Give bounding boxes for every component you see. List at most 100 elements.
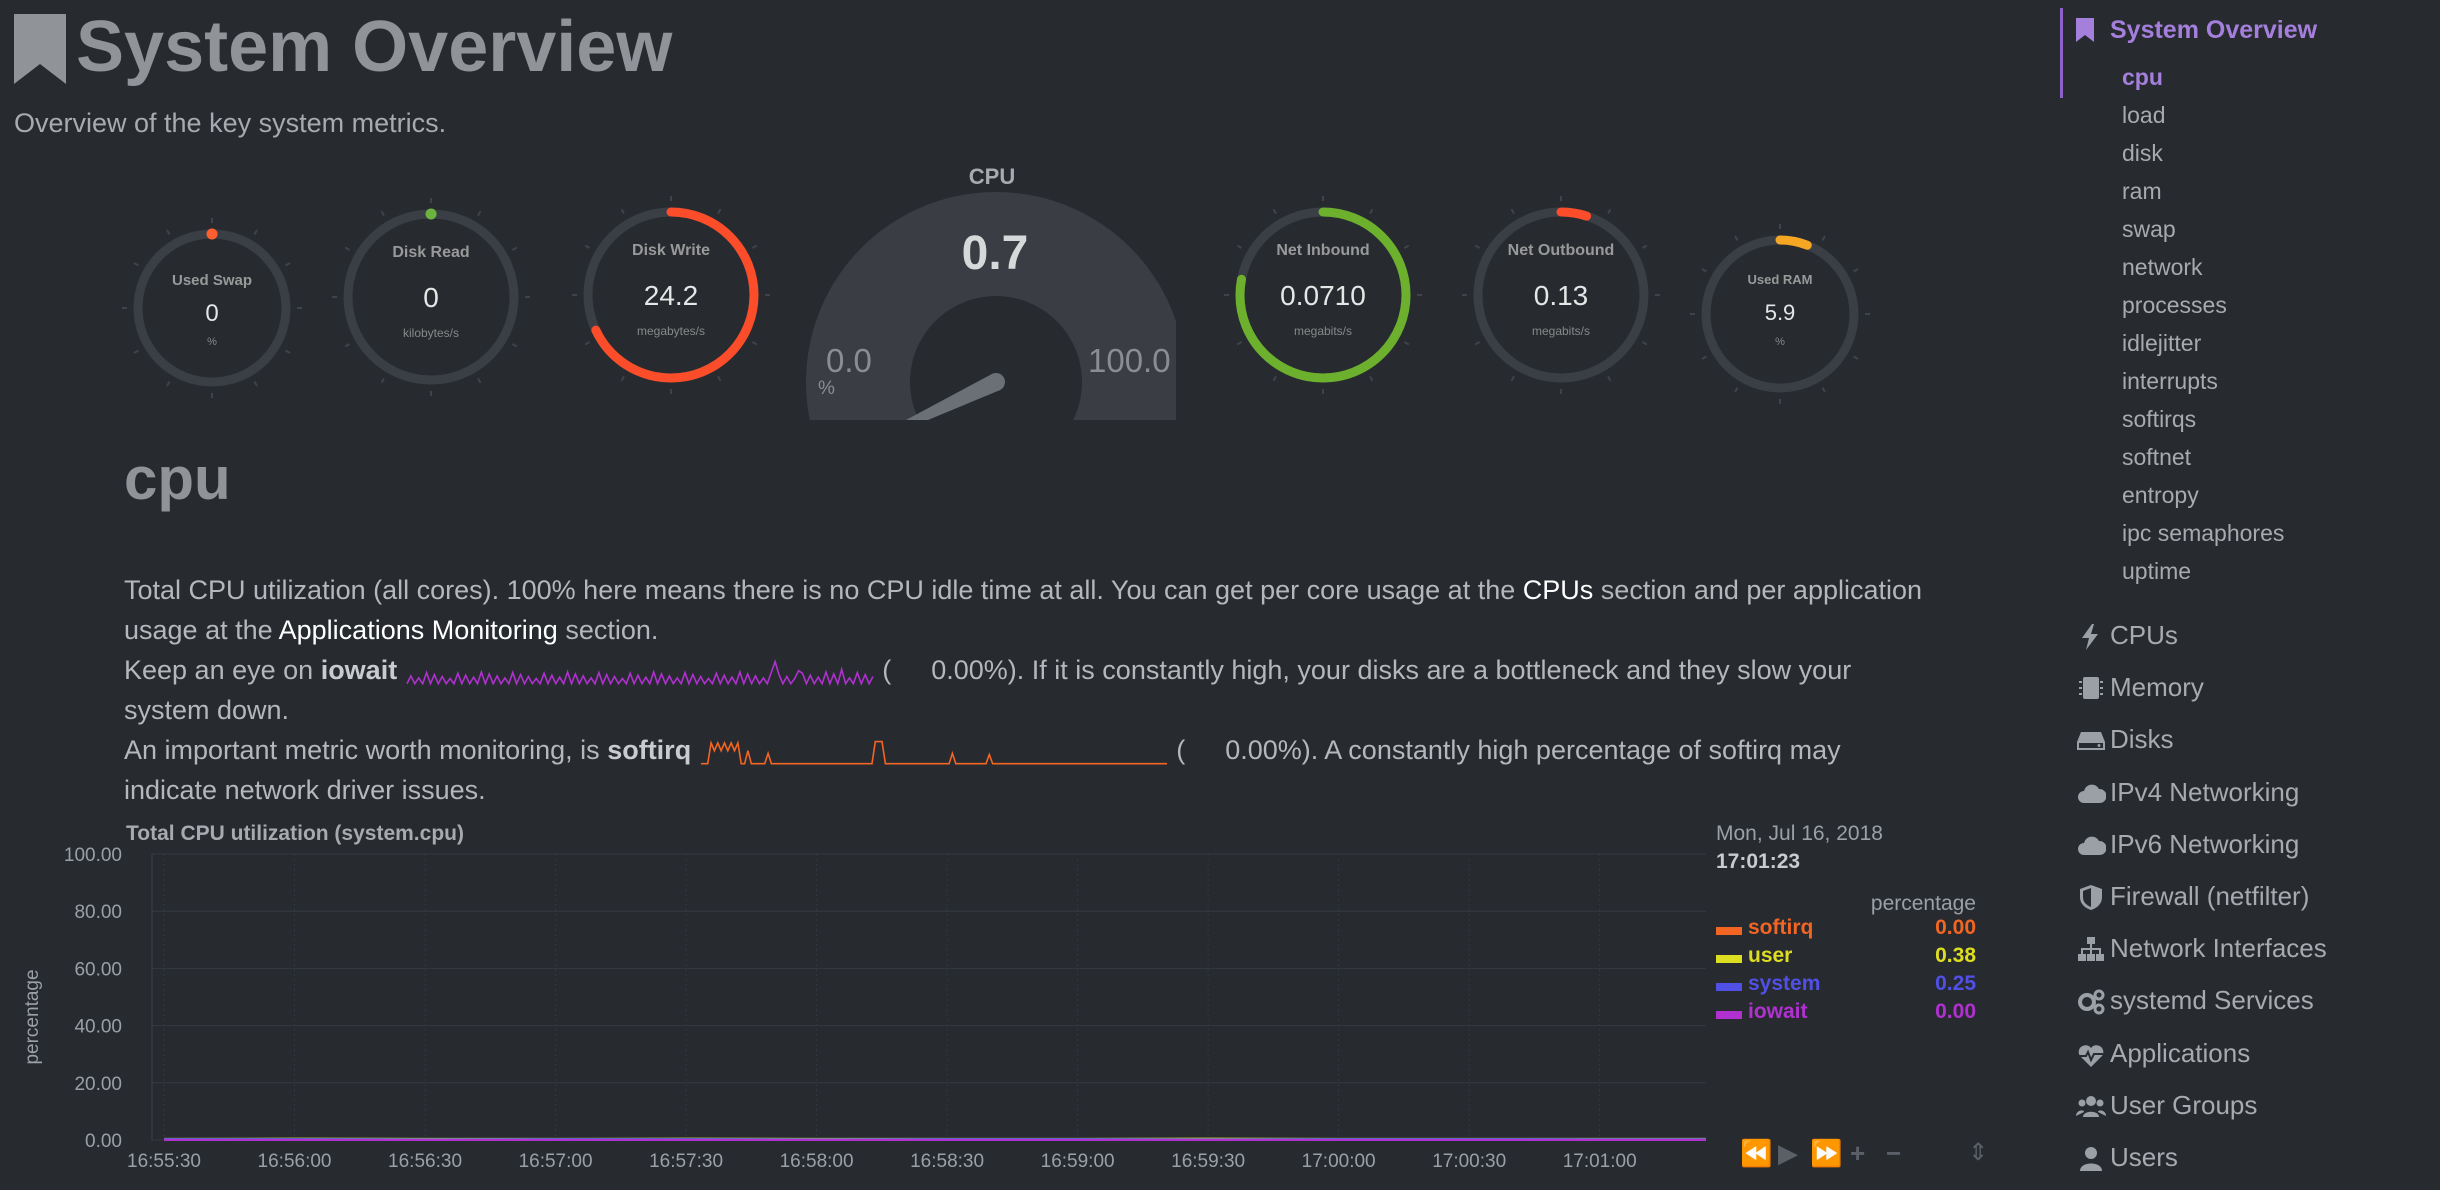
sidebar-subitem-softnet[interactable]: softnet: [2122, 444, 2191, 471]
gauge-tick: [285, 262, 291, 267]
legend-series-value: 0.38: [1935, 944, 1976, 967]
active-indicator: [2060, 8, 2063, 98]
legend-row[interactable]: iowait 0.00: [1716, 1000, 1976, 1028]
cpu-gauge-title: CPU: [968, 164, 1016, 189]
x-tick-label: 17:00:30: [1432, 1151, 1506, 1172]
gauge-tick: [1369, 208, 1374, 215]
bolt-icon: [2082, 624, 2098, 650]
gauge-tick: [380, 377, 385, 384]
gauge-tick: [1607, 208, 1612, 215]
sidebar-subitem-softirqs[interactable]: softirqs: [2122, 406, 2196, 433]
sidebar-subitem-disk[interactable]: disk: [2122, 140, 2163, 167]
sidebar-item-label: IPv6 Networking: [2110, 828, 2300, 859]
sidebar-subitem-interrupts[interactable]: interrupts: [2122, 368, 2218, 395]
legend-row[interactable]: softirq 0.00: [1716, 916, 1976, 944]
cpu-chart[interactable]: 100.00 80.00 60.00 40.00 20.00 0.0016:55:30 16…: [0, 840, 1720, 1180]
x-tick-label: 16:55:30: [127, 1151, 201, 1172]
sidebar-subitem-swap[interactable]: swap: [2122, 216, 2176, 243]
sidebar-subitem-ram[interactable]: ram: [2122, 178, 2162, 205]
legend-row[interactable]: user 0.38: [1716, 944, 1976, 972]
page-title: System Overview: [76, 7, 673, 87]
rewind-button[interactable]: ⏪: [1740, 1138, 1772, 1168]
gauge-tick: [253, 229, 258, 235]
gauge-value: 0.0710: [1280, 280, 1366, 311]
net-outbound-gauge[interactable]: Net Outbound 0.13 megabits/s: [1462, 196, 1660, 394]
gauge-unit: kilobytes/s: [402, 326, 460, 340]
x-tick-label: 16:59:00: [1041, 1151, 1115, 1172]
gauge-unit: %: [1775, 336, 1785, 348]
gauge-tick: [511, 343, 518, 348]
net-inbound-gauge[interactable]: Net Inbound 0.0710 megabits/s: [1224, 196, 1422, 394]
gauge-tick: [717, 208, 722, 215]
gauge-title: Used RAM: [1747, 272, 1813, 287]
fast-forward-button[interactable]: ⏩: [1810, 1138, 1842, 1168]
gauge-unit: megabits/s: [1293, 324, 1353, 338]
sidebar-item-label: Users: [2110, 1142, 2178, 1172]
legend-date: Mon, Jul 16, 2018: [1716, 822, 1883, 845]
gauge-tick: [717, 375, 722, 382]
paren: (: [1176, 735, 1186, 765]
chart-controls: ⏪ ▶ ⏩ + − ⇕: [1740, 1138, 1990, 1168]
cpus-link[interactable]: CPUs: [1523, 575, 1594, 605]
gauge-tick: [584, 341, 591, 346]
sidebar-item-system-overview[interactable]: System Overview: [2110, 16, 2317, 45]
applications-monitoring-link[interactable]: Applications Monitoring: [279, 615, 558, 645]
play-button[interactable]: ▶: [1778, 1138, 1798, 1168]
gauge-value: 0: [205, 300, 219, 327]
legend-swatch: [1716, 927, 1742, 935]
y-tick-label: 40.00: [74, 1017, 122, 1038]
sidebar-subitem-network[interactable]: network: [2122, 254, 2203, 281]
gauge-tick: [133, 349, 139, 354]
gauge-tick: [1607, 375, 1612, 382]
gauge-tick: [1474, 341, 1481, 346]
bookmark-icon: [2076, 18, 2094, 42]
sidebar-subitem-ipc-semaphores[interactable]: ipc semaphores: [2122, 520, 2284, 547]
gauge-tick: [166, 381, 171, 387]
desc-text: Total CPU utilization (all cores). 100% …: [124, 575, 1516, 605]
disk-read-gauge[interactable]: Disk Read 0 kilobytes/s: [332, 198, 530, 396]
cpu-gauge[interactable]: [796, 160, 1186, 469]
paren: (: [882, 655, 892, 685]
zoom-in-button[interactable]: +: [1850, 1138, 1865, 1168]
gauge-tick: [1853, 355, 1859, 360]
sidebar-subitem-uptime[interactable]: uptime: [2122, 558, 2191, 585]
sidebar-item-label: CPUs: [2110, 620, 2178, 650]
sidebar-item-label: User Groups: [2110, 1089, 2258, 1120]
sidebar-subitem-processes[interactable]: processes: [2122, 292, 2227, 319]
gauge-tick: [1369, 375, 1374, 382]
sidebar-subitem-load[interactable]: load: [2122, 102, 2165, 129]
gauge-tick: [1272, 375, 1277, 382]
used-ram-gauge[interactable]: Used RAM 5.9 %: [1690, 224, 1870, 404]
cogs-icon: [2078, 989, 2105, 1015]
sidebar-subitem-cpu[interactable]: cpu: [2122, 64, 2163, 91]
zoom-out-button[interactable]: −: [1886, 1138, 1901, 1168]
gauge-tick: [1510, 208, 1515, 215]
used-swap-gauge[interactable]: Used Swap 0 %: [122, 218, 302, 398]
legend-row[interactable]: system 0.25: [1716, 972, 1976, 1000]
gauge-title: Net Outbound: [1507, 242, 1615, 259]
sidebar-item-label: Network Interfaces: [2110, 933, 2327, 964]
gauge-tick: [1734, 235, 1739, 241]
x-tick-label: 16:58:00: [780, 1151, 854, 1172]
disk-write-gauge[interactable]: Disk Write 24.2 megabytes/s: [572, 196, 770, 394]
desc-text: system down.: [124, 695, 290, 725]
desc-text: Keep an eye on: [124, 655, 314, 685]
desc-text: ). A constantly high percentage of softi…: [1301, 735, 1841, 765]
sidebar-subitem-entropy[interactable]: entropy: [2122, 482, 2199, 509]
x-tick-label: 16:57:30: [649, 1151, 723, 1172]
resize-handle[interactable]: ⇕: [1968, 1138, 1988, 1168]
gauge-tick: [1272, 208, 1277, 215]
sparkline-path: [700, 739, 1167, 765]
sidebar-subitem-idlejitter[interactable]: idlejitter: [2122, 330, 2201, 357]
desc-text: section.: [565, 615, 659, 645]
legend-swatch: [1716, 1011, 1742, 1019]
iowait-sparkline[interactable]: [405, 655, 875, 689]
cloud-icon: [2078, 836, 2106, 855]
desc-text: usage at the: [124, 615, 273, 645]
gauge-tick: [1734, 387, 1739, 393]
legend-units: percentage: [1870, 892, 1976, 915]
gauge-value: 0: [423, 282, 439, 313]
softirq-sparkline[interactable]: [699, 735, 1169, 769]
gauge-tick: [1641, 341, 1648, 346]
bookmark-icon: [14, 14, 66, 84]
